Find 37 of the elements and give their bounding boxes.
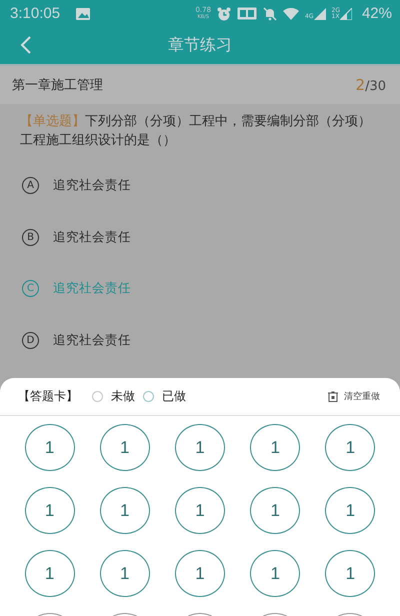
image-icon xyxy=(76,8,90,20)
wifi-icon xyxy=(283,8,300,20)
battery-level: 42% xyxy=(362,5,392,22)
question-number[interactable]: 1 xyxy=(100,424,150,471)
question-total: /30 xyxy=(365,79,386,94)
question-number[interactable]: 1 xyxy=(100,487,150,534)
answer-option[interactable]: D 追究社会责任 xyxy=(20,314,378,366)
chapter-name: 第一章施工管理 xyxy=(12,77,103,94)
question-number[interactable]: 1 xyxy=(250,487,300,534)
question-text: 【单选题】下列分部（分项）工程中，需要编制分部（分项）工程施工组织设计的是（） xyxy=(20,113,372,150)
legend-label: 已做 xyxy=(162,388,186,405)
back-icon[interactable] xyxy=(20,36,32,54)
question-number[interactable]: 1 xyxy=(174,424,225,471)
answer-option[interactable]: A 追究社会责任 xyxy=(20,160,378,212)
question-number[interactable]: 1 xyxy=(174,550,225,597)
question-number[interactable]: 1 xyxy=(174,487,225,534)
answer-option[interactable]: B 追究社会责任 xyxy=(20,212,378,263)
signal-icon xyxy=(314,8,326,20)
clear-redo-button[interactable]: 清空重做 xyxy=(328,390,380,403)
legend-label: 未做 xyxy=(111,388,135,405)
question-number[interactable]: 1 xyxy=(100,550,150,597)
question-number[interactable]: 1 xyxy=(325,550,376,597)
alarm-clock-icon xyxy=(217,6,232,20)
question-number[interactable]: 1 xyxy=(24,424,75,471)
question-number[interactable]: 1 xyxy=(325,487,376,534)
page-title: 章节练习 xyxy=(168,35,232,56)
status-time: 3:10:05 xyxy=(10,5,60,22)
answer-card-title: 【答题卡】 xyxy=(18,388,78,405)
bell-off-icon xyxy=(263,6,278,20)
current-question-number: 2 xyxy=(356,76,366,94)
question-number[interactable]: 1 xyxy=(24,550,75,597)
question-number[interactable]: 1 xyxy=(325,424,376,471)
question-number[interactable]: 1 xyxy=(250,550,300,597)
question-number[interactable]: 1 xyxy=(250,424,300,471)
trash-icon xyxy=(328,391,338,402)
question-number[interactable]: 1 xyxy=(24,487,75,534)
signal-icon xyxy=(340,8,352,20)
